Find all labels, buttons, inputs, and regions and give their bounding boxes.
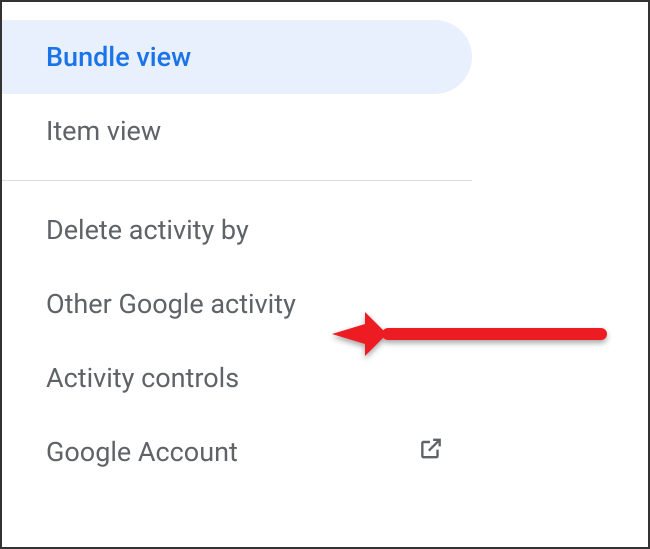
- external-link-icon: [418, 436, 444, 469]
- menu-item-label: Bundle view: [46, 41, 191, 73]
- nav-menu: Bundle view Item view Delete activity by…: [2, 2, 472, 489]
- menu-item-item-view[interactable]: Item view: [2, 94, 472, 168]
- menu-item-google-account[interactable]: Google Account: [2, 415, 472, 489]
- menu-item-label: Delete activity by: [46, 214, 249, 246]
- menu-item-delete-activity[interactable]: Delete activity by: [2, 193, 472, 267]
- menu-item-other-google-activity[interactable]: Other Google activity: [2, 267, 472, 341]
- menu-item-bundle-view[interactable]: Bundle view: [2, 20, 472, 94]
- menu-item-label: Google Account: [46, 436, 238, 468]
- menu-item-activity-controls[interactable]: Activity controls: [2, 341, 472, 415]
- menu-item-label: Item view: [46, 115, 161, 147]
- menu-item-label: Other Google activity: [46, 288, 296, 320]
- menu-item-label: Activity controls: [46, 362, 239, 394]
- menu-divider: [2, 180, 472, 181]
